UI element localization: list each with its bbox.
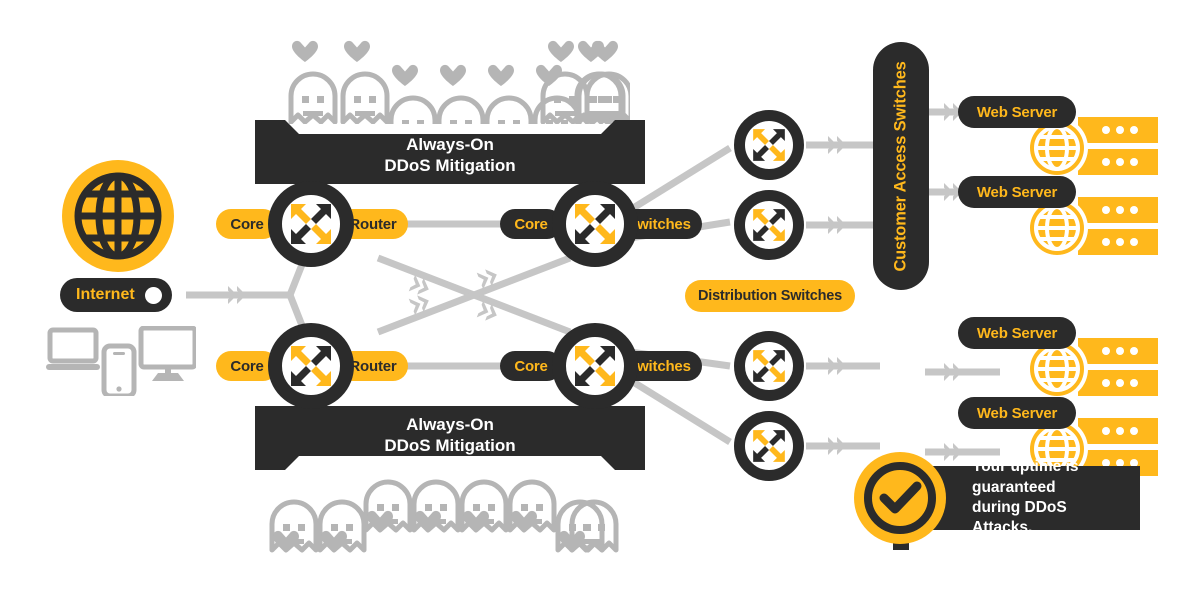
four-way-arrow-icon bbox=[291, 204, 331, 244]
desktop-monitor-icon bbox=[138, 325, 198, 381]
ddos-banner-top: Always-On DDoS Mitigation bbox=[255, 120, 645, 184]
web-server-2-rack bbox=[1078, 197, 1158, 264]
internet-globe bbox=[62, 160, 174, 272]
smartphone-icon bbox=[101, 343, 137, 399]
distribution-switch-4[interactable] bbox=[734, 411, 804, 481]
internet-label: Internet bbox=[76, 286, 135, 303]
ddos-banner-bottom: Always-On DDoS Mitigation bbox=[255, 406, 645, 470]
web-server-1-label[interactable]: Web Server bbox=[958, 96, 1076, 128]
attack-traffic-top-right bbox=[535, 32, 634, 129]
ddos-banner-top-line1: Always-On bbox=[406, 135, 494, 154]
globe-icon bbox=[62, 160, 174, 272]
four-way-arrow-icon bbox=[753, 209, 785, 241]
web-server-3-rack bbox=[1078, 338, 1158, 405]
server-rack-icon bbox=[1078, 197, 1158, 255]
server-rack-icon bbox=[1078, 117, 1158, 175]
ddos-banner-bottom-line2: DDoS Mitigation bbox=[384, 436, 516, 456]
network-diagram-canvas: Internet Always-On DDoS Mitigation Alway… bbox=[0, 0, 1200, 591]
uptime-check-badge bbox=[854, 452, 946, 544]
distribution-switch-3[interactable] bbox=[734, 331, 804, 401]
four-way-arrow-icon bbox=[291, 346, 331, 386]
uptime-line1: Your uptime is guaranteed bbox=[972, 458, 1079, 496]
distribution-switch-2[interactable] bbox=[734, 190, 804, 260]
core-switch-top[interactable] bbox=[552, 181, 638, 267]
customer-access-switches-bar[interactable]: Customer Access Switches bbox=[873, 42, 929, 290]
uptime-line2: during DDoS Attacks. bbox=[972, 499, 1067, 537]
laptop-icon bbox=[46, 327, 100, 370]
four-way-arrow-icon bbox=[575, 204, 615, 244]
distribution-switches-label[interactable]: Distribution Switches bbox=[685, 280, 855, 312]
ddos-banner-top-line2: DDoS Mitigation bbox=[384, 156, 516, 176]
internet-badge[interactable]: Internet bbox=[60, 278, 172, 312]
core-switch-bottom[interactable] bbox=[552, 323, 638, 409]
customer-access-switches-label: Customer Access Switches bbox=[891, 60, 910, 272]
four-way-arrow-icon bbox=[753, 350, 785, 382]
check-circle-icon bbox=[854, 452, 946, 544]
attack-traffic-bottom bbox=[262, 478, 622, 563]
web-server-3-label[interactable]: Web Server bbox=[958, 317, 1076, 349]
core-router-top[interactable] bbox=[268, 181, 354, 267]
four-way-arrow-icon bbox=[575, 346, 615, 386]
four-way-arrow-icon bbox=[753, 430, 785, 462]
web-server-2-label[interactable]: Web Server bbox=[958, 176, 1076, 208]
internet-knob-icon bbox=[144, 286, 162, 304]
ddos-banner-bottom-line1: Always-On bbox=[406, 415, 494, 434]
client-devices bbox=[46, 325, 198, 401]
distribution-switch-1[interactable] bbox=[734, 110, 804, 180]
core-router-bottom[interactable] bbox=[268, 323, 354, 409]
web-server-1-rack bbox=[1078, 117, 1158, 184]
web-server-4-label[interactable]: Web Server bbox=[958, 397, 1076, 429]
four-way-arrow-icon bbox=[753, 129, 785, 161]
server-rack-icon bbox=[1078, 338, 1158, 396]
